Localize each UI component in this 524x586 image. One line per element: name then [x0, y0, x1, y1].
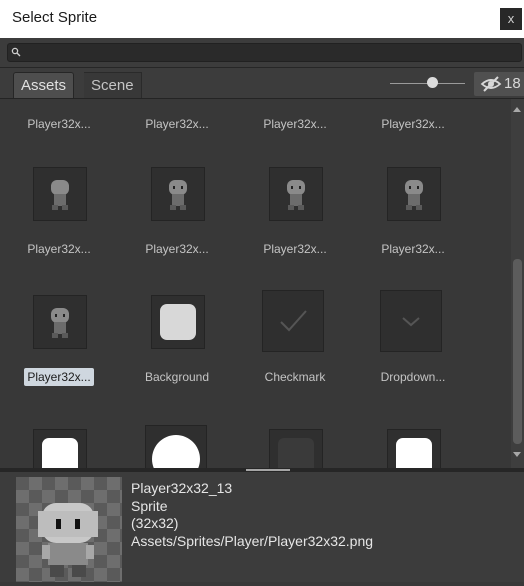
item-label-selected: Player32x...: [0, 368, 118, 386]
item-label: Player32x...: [145, 242, 209, 256]
item-label: Background: [144, 370, 210, 384]
splitter-handle[interactable]: [246, 469, 290, 471]
search-field[interactable]: [7, 43, 522, 62]
dark-sprite-thumbnail: [269, 429, 323, 468]
player-sprite-icon: [169, 180, 187, 210]
item-label: Player32x...: [145, 117, 209, 131]
preview-panel: Player32x32_13 Sprite (32x32) Assets/Spr…: [0, 472, 524, 582]
rounded-square-icon: [160, 304, 196, 340]
hidden-items-toggle[interactable]: 18: [474, 72, 524, 96]
scroll-thumb[interactable]: [513, 259, 522, 444]
zoom-slider[interactable]: [390, 68, 465, 98]
player-sprite-thumbnail: [33, 167, 87, 221]
sprite-type: Sprite: [131, 497, 168, 514]
player-sprite-preview: [16, 477, 122, 582]
search-bar: [0, 38, 524, 68]
sprite-preview-image: [16, 477, 122, 582]
scroll-down-icon[interactable]: [513, 452, 521, 457]
title-bar: Select Sprite x: [0, 0, 524, 38]
chevron-down-icon: [402, 317, 420, 327]
circle-icon: [152, 435, 200, 468]
sprite-size: (32x32): [131, 515, 179, 531]
item-label: Dropdown...: [380, 370, 446, 384]
close-button[interactable]: x: [500, 8, 522, 30]
rounded-square-icon: [42, 438, 78, 468]
select-sprite-window: Select Sprite x Assets Scene 18 Player32…: [0, 0, 524, 582]
sprite-name: Player32x32_13: [131, 480, 233, 496]
checkmark-sprite-thumbnail: [262, 290, 324, 352]
player-sprite-icon: [287, 180, 305, 210]
selected-label-text: Player32x...: [24, 368, 94, 386]
circle-sprite-thumbnail: [145, 425, 207, 468]
tab-assets[interactable]: Assets: [13, 72, 75, 98]
player-sprite-thumbnail: [151, 167, 205, 221]
tab-scene[interactable]: Scene: [84, 72, 142, 98]
search-icon: [11, 47, 21, 57]
sprite-info: Player32x32_13 Sprite (32x32) Assets/Spr…: [131, 480, 373, 550]
window-title: Select Sprite: [12, 9, 98, 26]
dropdown-arrow-sprite-thumbnail: [380, 290, 442, 352]
checkmark-icon: [280, 310, 307, 332]
player-sprite-icon: [51, 180, 69, 210]
sprite-path: Assets/Sprites/Player/Player32x32.png: [131, 532, 374, 549]
player-sprite-thumbnail: [269, 167, 323, 221]
item-label: Checkmark: [264, 370, 326, 384]
white-sprite-thumbnail: [387, 429, 441, 468]
item-label: Player32x...: [27, 117, 91, 131]
white-sprite-thumbnail: [33, 429, 87, 468]
background-sprite-thumbnail: [151, 295, 205, 349]
slider-thumb[interactable]: [427, 77, 438, 88]
search-input[interactable]: [24, 44, 514, 61]
item-label: Player32x...: [263, 117, 327, 131]
rounded-square-icon: [278, 438, 314, 468]
player-sprite-icon: [51, 308, 69, 338]
player-sprite-thumbnail: [387, 167, 441, 221]
tab-bar: Assets Scene 18: [0, 68, 524, 99]
rounded-square-icon: [396, 438, 432, 468]
vertical-scrollbar[interactable]: [511, 99, 524, 468]
item-label: Player32x...: [381, 117, 445, 131]
player-sprite-thumbnail: [33, 295, 87, 349]
item-label: Player32x...: [27, 242, 91, 256]
player-sprite-icon: [405, 180, 423, 210]
item-label: Player32x...: [381, 242, 445, 256]
item-label: Player32x...: [263, 242, 327, 256]
eye-slash-icon: [480, 76, 502, 92]
asset-grid: Player32x... Player32x... Player32x... P…: [0, 99, 511, 468]
scroll-up-icon[interactable]: [513, 107, 521, 112]
hidden-count: 18: [504, 75, 521, 92]
